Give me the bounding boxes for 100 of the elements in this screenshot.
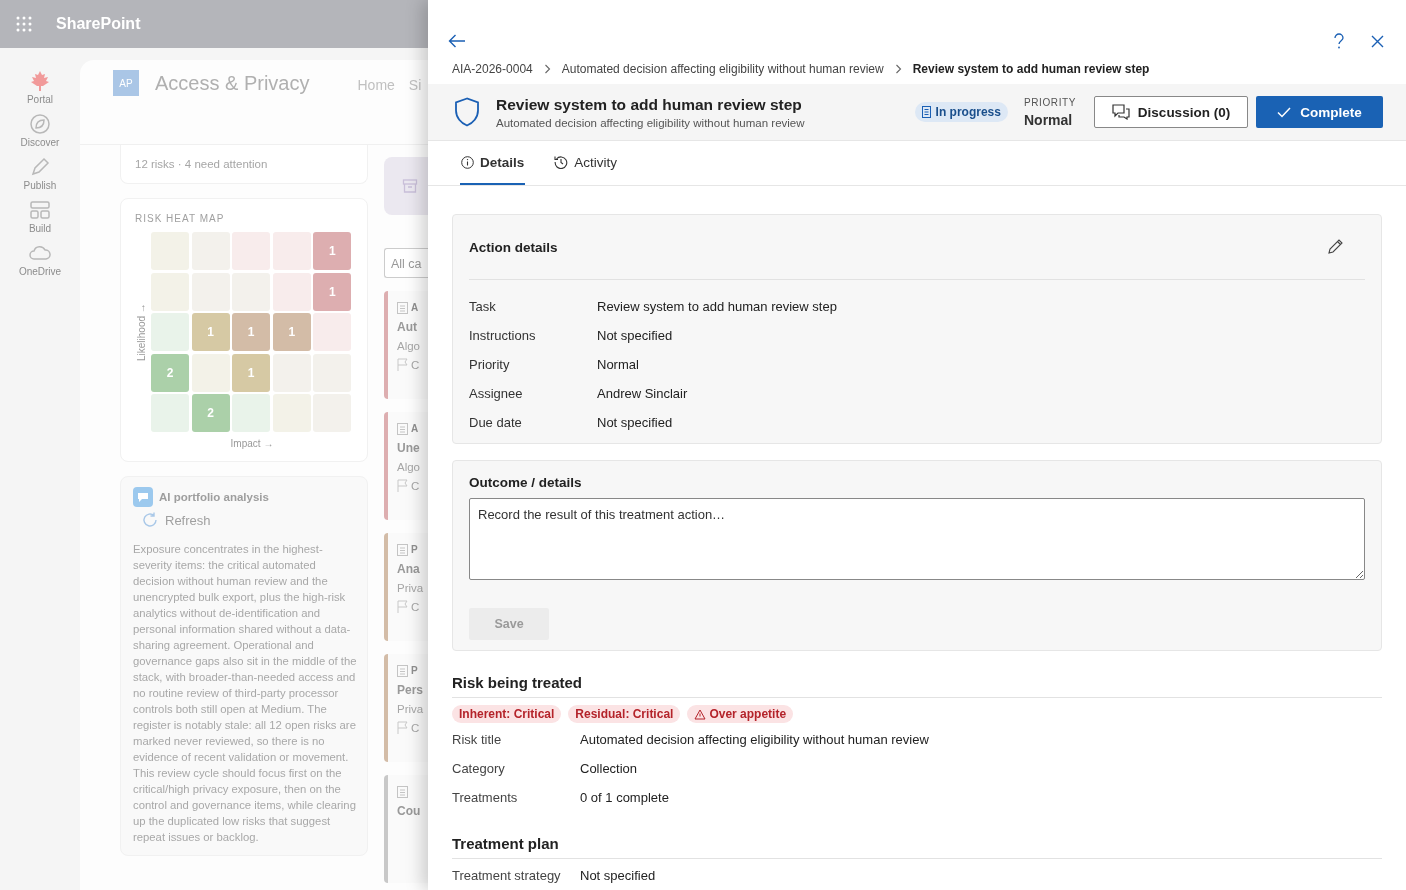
close-icon[interactable] — [1371, 34, 1384, 48]
heat-map-cell: 1 — [313, 232, 352, 270]
analysis-text: Exposure concentrates in the highest-severity items: the critical automated decision without human review and the unencrypted bulk export, plus the high-risk analytics without de-identification and personal information shared without a data-sharing agreement. Operational and governance gaps also sit in the middle of the stack, with broader-than-needed access and no routine review of third-party processor controls both still open at Medium. The register is notably stale: all 12 open risks are marked never reviewed, so there is no evidence of recent validation or movement. This review cycle should focus first on the critical/high privacy exposure, then on the control and governance items, while clearing up the duplicated low risks that suggest repeat issues or backlog. — [133, 542, 357, 846]
field-value: Not specified — [580, 868, 656, 883]
risk-owner: C — [411, 358, 420, 371]
document-icon — [921, 106, 931, 119]
field-label: Task — [469, 299, 497, 314]
risk-id: P — [411, 665, 418, 676]
risk-chip: Residual: Critical — [568, 705, 681, 723]
discussion-button[interactable]: Discussion (0) — [1094, 96, 1248, 129]
site-title: Access & Privacy — [155, 71, 310, 96]
field-label: Risk title — [452, 732, 503, 747]
clipboard-icon — [397, 422, 408, 435]
edit-icon[interactable] — [1327, 239, 1343, 255]
heat-map-cell: 1 — [232, 313, 271, 352]
risk-owner: C — [411, 600, 420, 613]
risk-owner: C — [411, 479, 420, 492]
field-label: Due date — [469, 415, 523, 430]
chat-icon — [133, 487, 153, 508]
refresh-button[interactable]: Refresh — [133, 507, 211, 536]
help-icon[interactable] — [1333, 33, 1345, 49]
field-label: Treatment strategy — [452, 868, 562, 883]
compass-icon — [29, 113, 51, 135]
nav-item[interactable]: Discover — [8, 113, 72, 148]
filter-dropdown[interactable]: All ca — [384, 248, 428, 278]
clipboard-icon — [397, 543, 408, 556]
status-badge: In progress — [914, 102, 1008, 123]
axis-label: Impact → — [229, 438, 275, 450]
app-title: SharePoint — [56, 15, 141, 33]
nav-item[interactable]: OneDrive — [8, 242, 72, 277]
nav-item[interactable]: Portal — [8, 70, 72, 105]
breadcrumb-item[interactable]: AIA-2026-0004 — [452, 62, 533, 77]
risk-category: Algo — [397, 461, 422, 473]
summary-card: 12 risks · 4 need attention — [120, 145, 368, 184]
archive-tile[interactable] — [384, 157, 428, 215]
flag-icon — [397, 721, 408, 734]
heat-map-cell: 1 — [232, 353, 271, 392]
nav-link[interactable]: Si — [408, 70, 422, 100]
back-arrow-icon[interactable] — [448, 34, 466, 48]
risk-chip: Over appetite — [687, 705, 794, 723]
risk-chip: Inherent: Critical — [452, 705, 562, 723]
warning-icon — [694, 708, 707, 720]
heat-map-title: RISK HEAT MAP — [135, 213, 226, 224]
outcome-input[interactable]: Record the result of this treatment action… — [469, 498, 1365, 580]
chevron-icon — [543, 64, 551, 75]
axis-label: Likelihood → — [135, 302, 147, 363]
chevron-icon — [894, 64, 902, 75]
field-label: Instructions — [469, 328, 537, 343]
archive-icon — [402, 178, 418, 194]
tab[interactable]: Details — [460, 141, 526, 185]
card-title: Outcome / details — [469, 475, 583, 490]
layout-icon — [29, 199, 51, 221]
risk-title: Cou — [397, 804, 422, 818]
field-label: Treatments — [452, 790, 519, 805]
breadcrumb-item: Review system to add human review step — [912, 62, 1150, 77]
field-value: Automated decision affecting eligibility without human review — [580, 732, 929, 747]
section-heading: Treatment plan — [452, 812, 1382, 859]
field-value: Collection — [580, 761, 638, 776]
priority-label: PRIORITY — [1023, 96, 1076, 108]
nav-item[interactable]: Build — [8, 199, 72, 234]
flag-icon — [397, 600, 408, 613]
clipboard-icon — [397, 301, 408, 314]
analysis-title: AI portfolio analysis — [159, 491, 269, 504]
field-value: 0 of 1 complete — [580, 790, 669, 805]
complete-button[interactable]: Complete — [1256, 96, 1383, 129]
card-title: Action details — [469, 239, 558, 255]
clipboard-icon — [397, 664, 408, 677]
field-label: Priority — [469, 357, 511, 372]
flag-icon — [397, 479, 408, 492]
field-value: Normal — [597, 357, 639, 372]
shield-icon — [454, 97, 480, 128]
risk-title: Une — [397, 441, 421, 455]
info-icon — [461, 155, 474, 169]
heat-map-cell: 2 — [191, 394, 230, 433]
risk-category: Priva — [397, 582, 425, 594]
action-title: Review system to add human review step — [496, 95, 803, 114]
risk-title: Pers — [397, 683, 425, 697]
heat-map-cell: 2 — [151, 353, 189, 392]
heat-map-cell: 1 — [191, 313, 230, 352]
nav-item[interactable]: Publish — [8, 156, 72, 191]
breadcrumb-item[interactable]: Automated decision affecting eligibility without human review — [561, 62, 884, 77]
tab[interactable]: Activity — [553, 141, 619, 185]
field-label: Assignee — [469, 386, 524, 401]
heat-map-cell: 1 — [272, 313, 311, 352]
field-label: Category — [452, 761, 506, 776]
priority-value: Normal — [1023, 111, 1074, 128]
site-logo: AP — [113, 70, 139, 96]
field-value: Not specified — [597, 328, 673, 343]
field-value: Not specified — [597, 415, 673, 430]
risk-id: A — [411, 423, 419, 434]
risk-id: P — [411, 544, 418, 555]
save-button: Save — [469, 608, 549, 640]
action-subtitle: Automated decision affecting eligibility without human review — [496, 116, 806, 129]
chat-bubbles-icon — [1111, 104, 1130, 121]
nav-link[interactable]: Home — [357, 70, 395, 100]
clipboard-icon — [397, 785, 408, 798]
field-value: Andrew Sinclair — [597, 386, 688, 401]
flag-icon — [397, 358, 408, 371]
risk-category: Priva — [397, 703, 425, 715]
pen-icon — [29, 156, 51, 178]
